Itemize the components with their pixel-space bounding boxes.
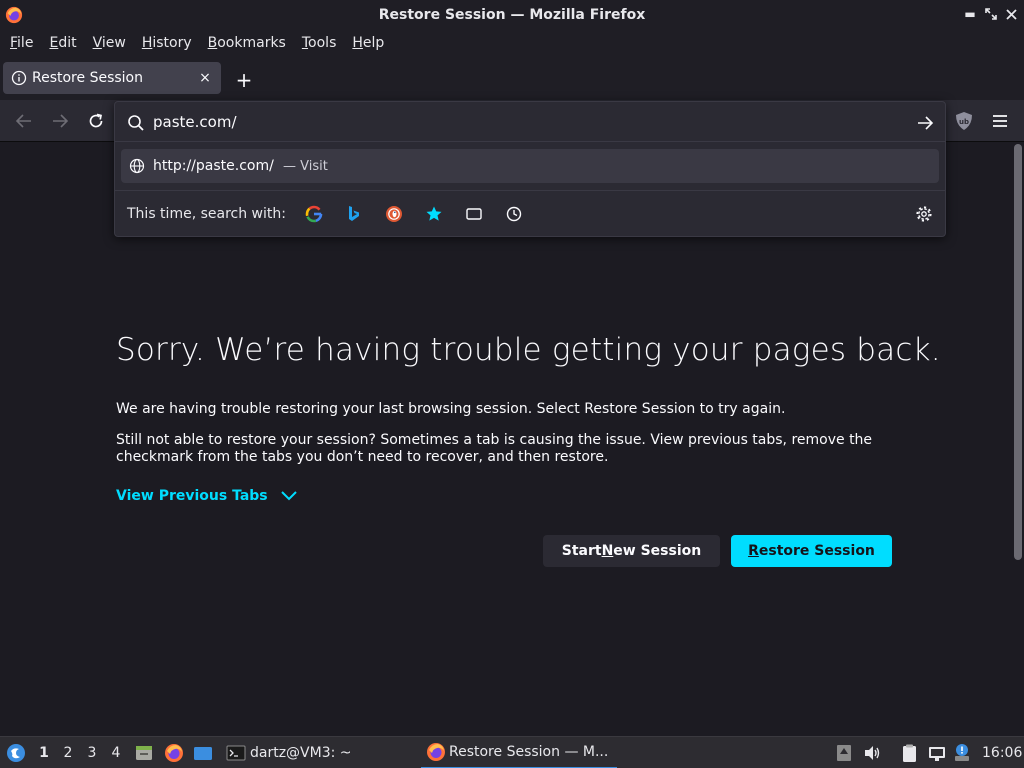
close-tab-icon[interactable]: × (195, 68, 215, 88)
search-icon (128, 115, 144, 131)
info-icon (11, 70, 27, 86)
maximize-icon[interactable] (983, 6, 999, 22)
suggestion-url: http://paste.com/ (153, 158, 274, 174)
tabs-icon[interactable] (465, 205, 483, 223)
reload-button[interactable] (84, 109, 108, 133)
ublock-origin-icon[interactable]: ub (954, 111, 974, 131)
clipboard-icon[interactable] (899, 743, 919, 763)
forward-arrow-icon (53, 114, 69, 128)
back-arrow-icon (15, 114, 31, 128)
start-menu-icon[interactable] (6, 743, 26, 763)
clock[interactable]: 16:06 (982, 737, 1022, 768)
menu-history[interactable]: History (134, 30, 200, 56)
suggestion-action: — Visit (283, 158, 328, 174)
search-settings-gear-icon[interactable] (915, 205, 933, 223)
search-with-row: This time, search with: (115, 190, 945, 236)
search-with-label: This time, search with: (127, 206, 286, 222)
restore-help-text: Still not able to restore your session? … (116, 432, 873, 465)
minimize-icon[interactable]: ▬ (962, 6, 978, 22)
chevron-down-icon[interactable] (280, 489, 298, 503)
bing-icon[interactable] (345, 205, 363, 223)
desktop-icon[interactable] (193, 743, 213, 763)
start-new-session-button[interactable]: Start New Session (543, 535, 720, 567)
title-bar: Restore Session — Mozilla Firefox ▬ (0, 0, 1024, 30)
menu-edit[interactable]: Edit (41, 30, 84, 56)
svg-text:ub: ub (959, 118, 969, 126)
firefox-task-icon (427, 743, 445, 761)
menu-bar: File Edit View History Bookmarks Tools H… (0, 30, 1024, 56)
volume-icon[interactable] (862, 743, 882, 763)
urlbar (115, 102, 945, 142)
update-notifier-icon[interactable] (953, 743, 973, 763)
globe-icon (129, 158, 145, 174)
back-button[interactable] (12, 109, 36, 133)
close-window-icon[interactable] (1003, 6, 1019, 22)
workspace-2[interactable]: 2 (57, 737, 79, 768)
urlbar-dropdown: http://paste.com/ — Visit This time, sea… (114, 101, 946, 237)
network-icon[interactable] (927, 743, 947, 763)
page-scrollbar[interactable] (1014, 144, 1022, 560)
reload-icon (89, 113, 103, 128)
firefox-logo-icon (5, 6, 23, 24)
restore-session-button[interactable]: Restore Session (731, 535, 892, 567)
page-title: Sorry. We’re having trouble getting your… (116, 332, 941, 368)
restore-description: We are having trouble restoring your las… (116, 401, 786, 417)
tab-restore-session[interactable]: Restore Session × (3, 62, 221, 94)
window-title: Restore Session — Mozilla Firefox (378, 7, 646, 23)
workspace-1[interactable]: 1 (33, 737, 55, 768)
new-tab-button[interactable]: + (232, 68, 256, 92)
terminal-task[interactable]: dartz@VM3: ~ (250, 737, 352, 768)
notifications-icon[interactable] (834, 743, 854, 763)
tab-label: Restore Session (32, 70, 143, 86)
menu-file[interactable]: File (2, 30, 41, 56)
duckduckgo-icon[interactable] (385, 205, 403, 223)
forward-button[interactable] (48, 109, 72, 133)
url-input[interactable] (153, 112, 853, 132)
firefox-task-label: Restore Session — M... (449, 744, 609, 760)
google-icon[interactable] (305, 205, 323, 223)
taskbar: 1 2 3 4 dartz@VM3: ~ Restore Session — M… (0, 736, 1024, 768)
firefox-task[interactable]: Restore Session — M... (421, 737, 617, 768)
workspace-3[interactable]: 3 (81, 737, 103, 768)
firefox-launcher-icon[interactable] (164, 743, 184, 763)
hamburger-menu-icon[interactable] (990, 111, 1010, 131)
menu-bookmarks[interactable]: Bookmarks (200, 30, 294, 56)
terminal-icon (226, 745, 246, 761)
workspace-4[interactable]: 4 (105, 737, 127, 768)
go-arrow-icon[interactable] (915, 113, 935, 133)
menu-view[interactable]: View (85, 30, 134, 56)
history-icon[interactable] (505, 205, 523, 223)
menu-tools[interactable]: Tools (294, 30, 345, 56)
bookmarks-star-icon[interactable] (425, 205, 443, 223)
file-manager-icon[interactable] (134, 743, 154, 763)
url-suggestion[interactable]: http://paste.com/ — Visit (121, 149, 939, 183)
view-previous-tabs-link[interactable]: View Previous Tabs (116, 488, 268, 504)
menu-help[interactable]: Help (344, 30, 392, 56)
tab-strip: Restore Session × + (0, 56, 1024, 100)
